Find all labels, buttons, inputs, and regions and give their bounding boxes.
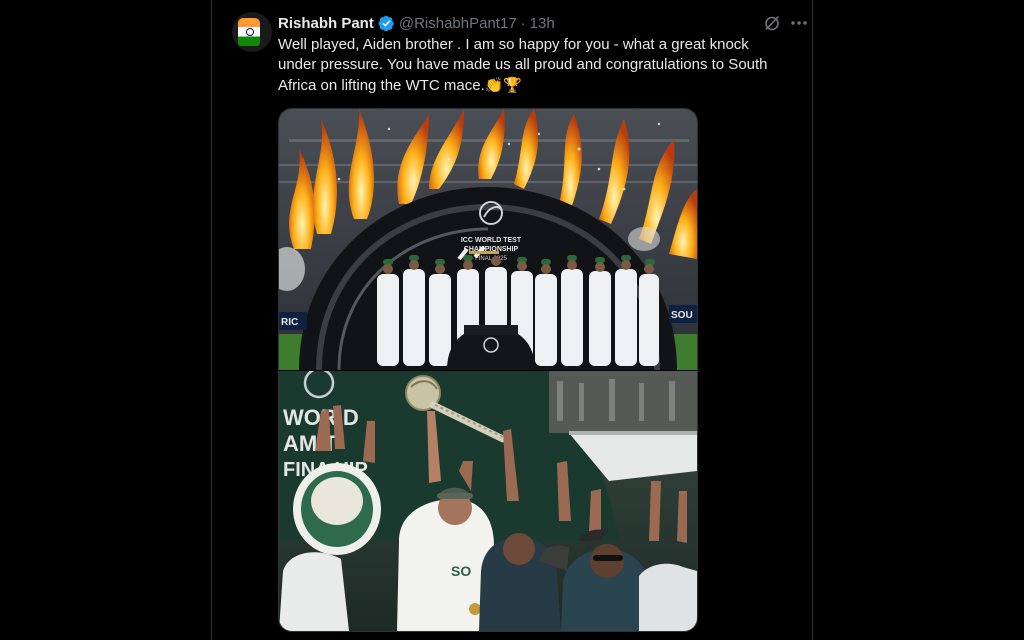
tweet-header: Rishabh Pant @RishabhPant17 · 13h [278,12,555,34]
tweet-media[interactable]: ICC WORLD TEST CHAMPIONSHIP FINAL 2025 R… [278,108,698,632]
shirt-text: SO [451,563,471,579]
tweet[interactable]: Rishabh Pant @RishabhPant17 · 13h Well p… [212,0,812,640]
tweet-text: Well played, Aiden brother . I am so hap… [278,35,808,96]
banner-left-text: RIC [281,317,298,328]
verified-badge-icon [378,15,395,32]
chakra-icon [246,28,254,36]
board-text-1: ICC WORLD TEST [461,237,522,244]
grok-icon[interactable] [762,13,782,33]
author-name[interactable]: Rishabh Pant [278,15,374,32]
author-handle[interactable]: @RishabhPant17 [399,15,517,32]
separator-dot: · [520,14,526,32]
banner-right-text: SOU [671,310,693,321]
tweet-text-line-1: Well played, Aiden brother . I am so hap… [278,36,749,53]
clap-trophy-emoji: 👏🏆 [484,76,523,94]
photo-mace-celebration[interactable]: WOR D AM T FINA HIP [279,371,697,631]
avatar[interactable] [232,12,272,52]
tweet-text-line-3-words: Africa on lifting the WTC mace. [278,77,485,94]
photo-trophy-celebration[interactable]: ICC WORLD TEST CHAMPIONSHIP FINAL 2025 R… [279,109,697,370]
more-icon[interactable] [788,13,810,33]
column-divider-right [812,0,813,640]
tweet-text-line-2: under pressure. You have made us all pro… [278,56,768,73]
tweet-text-line-3: Africa on lifting the WTC mace.👏🏆 [278,75,808,96]
timestamp[interactable]: 13h [530,15,555,32]
